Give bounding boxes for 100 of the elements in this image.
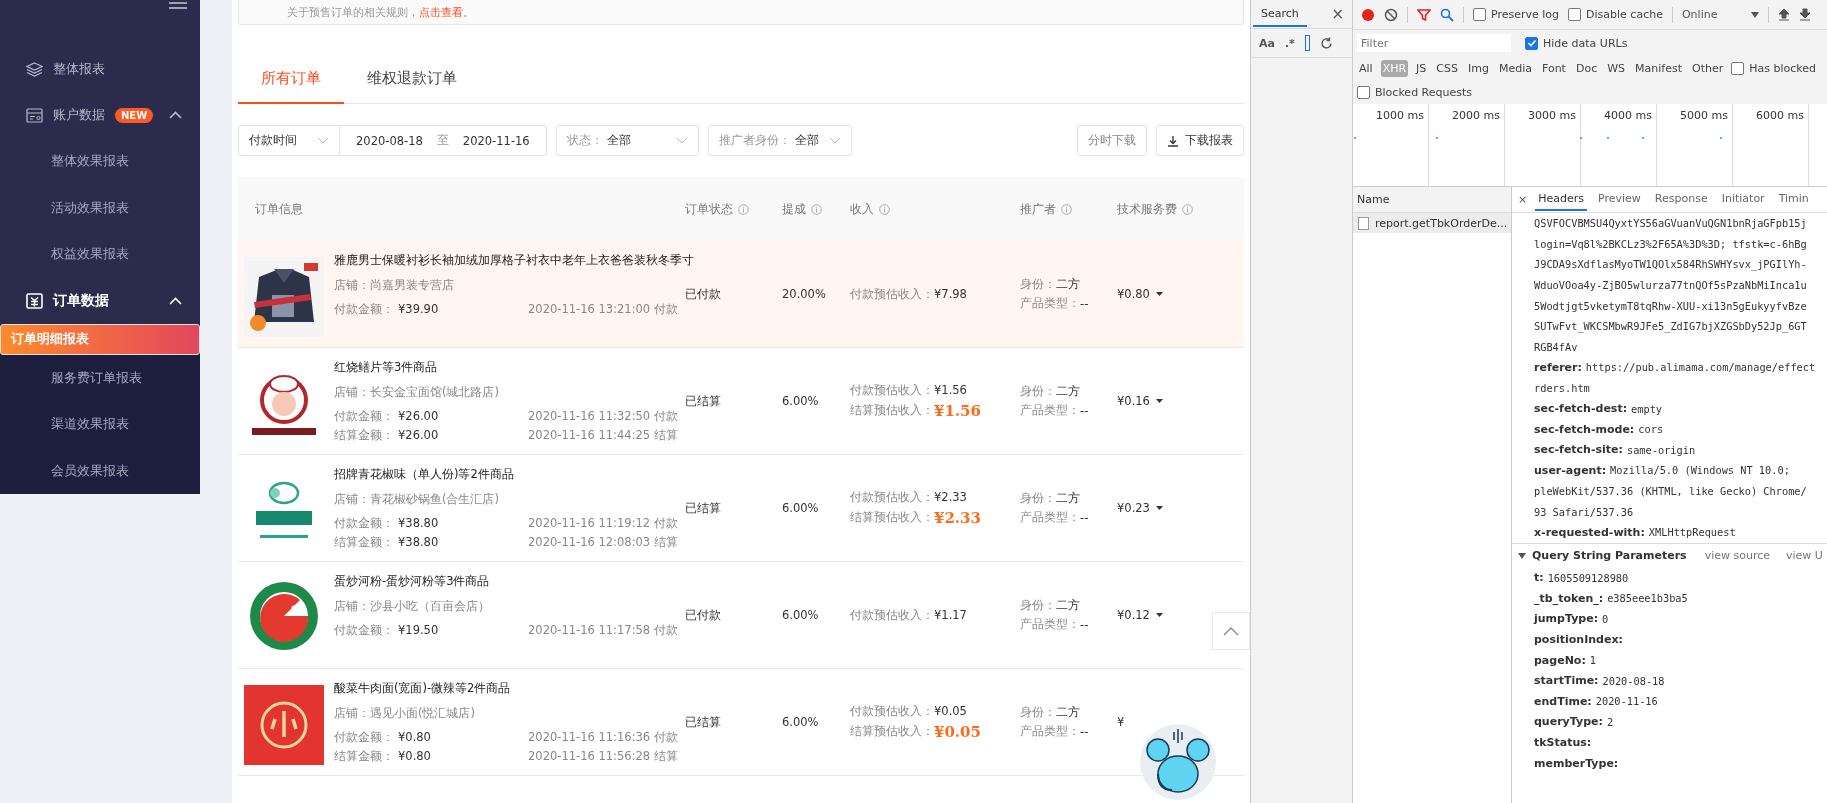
timeline-tick: 5000 ms: [1680, 109, 1728, 122]
header-line: J9CDA9sXdflasMyoTW1QOlx584RhSWHYsvx_jPGIlYh-: [1534, 257, 1808, 273]
filter-select[interactable]: 推广者身份： 全部: [707, 125, 852, 156]
view-link[interactable]: view U: [1786, 549, 1823, 562]
amount-time: 2020-11-16 11:17:58: [528, 623, 651, 638]
caret-icon[interactable]: [1155, 506, 1163, 510]
checkbox-option[interactable]: Blocked Requests: [1357, 85, 1473, 99]
detail-tab[interactable]: Headers: [1535, 188, 1587, 211]
caret-icon[interactable]: [1155, 613, 1163, 617]
commission-rate: 6.00%: [782, 715, 819, 729]
service-fee[interactable]: ¥0.80: [1117, 287, 1150, 301]
search-option[interactable]: Aa: [1259, 36, 1275, 50]
column-header: 技术服务费: [1117, 201, 1177, 217]
upload-icon[interactable]: [1777, 8, 1790, 21]
income-value: ¥0.05: [934, 704, 967, 718]
search-tab[interactable]: Search: [1253, 1, 1307, 27]
product-title[interactable]: 雅鹿男士保暖衬衫长袖加绒加厚格子衬衣中老年上衣爸爸装秋冬季寸: [334, 253, 694, 268]
request-row[interactable]: report.getTbkOrderDe...: [1353, 213, 1511, 233]
record-icon[interactable]: [1361, 7, 1375, 22]
caret-icon[interactable]: [1155, 292, 1163, 296]
download-button[interactable]: 下载报表: [1156, 125, 1244, 156]
sidebar-group[interactable]: 整体报表: [0, 46, 200, 92]
refresh-icon[interactable]: [1319, 36, 1333, 50]
checkbox-option[interactable]: Hide data URLs: [1525, 36, 1628, 50]
close-button[interactable]: ×: [1518, 193, 1528, 206]
product-title[interactable]: 蛋炒河粉-蛋炒河粉等3件商品: [334, 574, 679, 589]
header-line: pleWebKit/537.36 (KHTML, like Gecko) Chrome/: [1534, 484, 1808, 499]
headset-avatar-icon[interactable]: [1140, 724, 1216, 800]
download-button[interactable]: 分时下载: [1077, 125, 1147, 156]
service-fee[interactable]: ¥0.16: [1117, 394, 1150, 408]
type-filter[interactable]: Other: [1690, 59, 1726, 77]
header-line: RGB4fAv: [1534, 339, 1579, 355]
amount-event: 付款: [654, 516, 679, 531]
identity-label: 身份：: [1020, 705, 1056, 720]
service-fee[interactable]: ¥: [1117, 715, 1125, 729]
caret-icon[interactable]: [1155, 399, 1163, 403]
chevron-up-icon: [1223, 626, 1239, 636]
checkbox[interactable]: [1525, 36, 1538, 50]
view-link[interactable]: view source: [1704, 549, 1770, 562]
checkbox[interactable]: [1357, 85, 1370, 99]
sidebar-item[interactable]: 会员效果报表: [0, 447, 200, 494]
type-filter[interactable]: Doc: [1573, 59, 1600, 77]
type-filter[interactable]: All: [1357, 59, 1375, 77]
sidebar-item[interactable]: 渠道效果报表: [0, 401, 200, 448]
search-option[interactable]: .*: [1284, 36, 1295, 50]
sidebar-item[interactable]: 服务费订单报表: [0, 354, 200, 401]
checkbox-option[interactable]: Preserve log: [1473, 8, 1560, 21]
sidebar-group[interactable]: 账户数据 NEW: [0, 92, 200, 138]
tab[interactable]: 维权退款订单: [344, 57, 480, 104]
sidebar-item[interactable]: 整体效果报表: [0, 138, 200, 185]
amount-label: 结算金额：: [334, 428, 395, 443]
detail-tab[interactable]: Initiator: [1718, 188, 1768, 211]
header-line: QSVFOCVBMSU4QyxtYS56aGVuanVuQGN1bnRjaGFpb15j: [1534, 216, 1808, 232]
filter-select[interactable]: 状态： 全部: [555, 125, 699, 156]
amount-time: 2020-11-16 11:16:36: [528, 730, 651, 745]
amount-label: 结算金额：: [334, 535, 395, 550]
type-filter[interactable]: Font: [1540, 59, 1568, 77]
checkbox[interactable]: [1473, 8, 1486, 21]
detail-tab[interactable]: Timin: [1775, 188, 1812, 211]
sidebar-group[interactable]: 订单数据: [0, 277, 200, 324]
filter-icon[interactable]: [1417, 7, 1431, 22]
filter-field[interactable]: Filter: [1357, 34, 1511, 52]
service-fee[interactable]: ¥0.23: [1117, 501, 1150, 515]
checkbox[interactable]: [1731, 61, 1745, 75]
search-icon[interactable]: [1440, 7, 1454, 22]
triangle-icon[interactable]: [1518, 552, 1526, 559]
order-status: 已结算: [685, 500, 721, 516]
param-line: _tb_token_: e385eee1b3ba5: [1534, 590, 1689, 607]
service-fee[interactable]: ¥0.12: [1117, 608, 1150, 622]
product-title[interactable]: 招牌青花椒味（单人份)等2件商品: [334, 467, 679, 482]
detail-tab[interactable]: Preview: [1595, 188, 1644, 211]
clear-icon[interactable]: [1384, 7, 1398, 22]
select-value: 全部: [794, 133, 819, 148]
date-range-field[interactable]: 2020-08-18 至 2020-11-16: [340, 125, 547, 156]
throttle-select[interactable]: Online: [1681, 8, 1742, 21]
download-icon[interactable]: [1798, 8, 1811, 21]
close-button[interactable]: ×: [1331, 5, 1344, 23]
param-line: memberType:: [1534, 755, 1620, 772]
identity-label: 身份：: [1020, 598, 1056, 613]
income-label: 结算预估收入：: [850, 403, 934, 418]
checkbox-option[interactable]: Disable cache: [1568, 8, 1663, 21]
checkbox[interactable]: [1568, 8, 1582, 21]
detail-tab[interactable]: Response: [1651, 188, 1711, 211]
commission-rate: 6.00%: [782, 501, 819, 515]
type-filter[interactable]: Media: [1496, 59, 1534, 77]
checkbox-option[interactable]: Has blocked: [1731, 61, 1817, 75]
product-title[interactable]: 红烧鳝片等3件商品: [334, 360, 679, 375]
type-filter[interactable]: Manifest: [1633, 59, 1684, 77]
time-type-select[interactable]: 付款时间: [238, 125, 340, 156]
product-title[interactable]: 酸菜牛肉面(宽面)-微辣等2件商品: [334, 681, 679, 696]
section-title[interactable]: Query String Parameters: [1532, 549, 1687, 562]
income-value: ¥1.56: [934, 383, 967, 397]
type-filter[interactable]: CSS: [1434, 59, 1460, 77]
chevron-icon[interactable]: [169, 111, 182, 119]
type-filter[interactable]: Img: [1466, 59, 1491, 77]
amount-value: ¥26.00: [398, 409, 440, 424]
type-filter[interactable]: JS: [1414, 59, 1429, 77]
sidebar-item[interactable]: 权益效果报表: [0, 231, 200, 278]
sidebar-item[interactable]: 活动效果报表: [0, 184, 200, 231]
type-filter[interactable]: WS: [1605, 59, 1628, 77]
